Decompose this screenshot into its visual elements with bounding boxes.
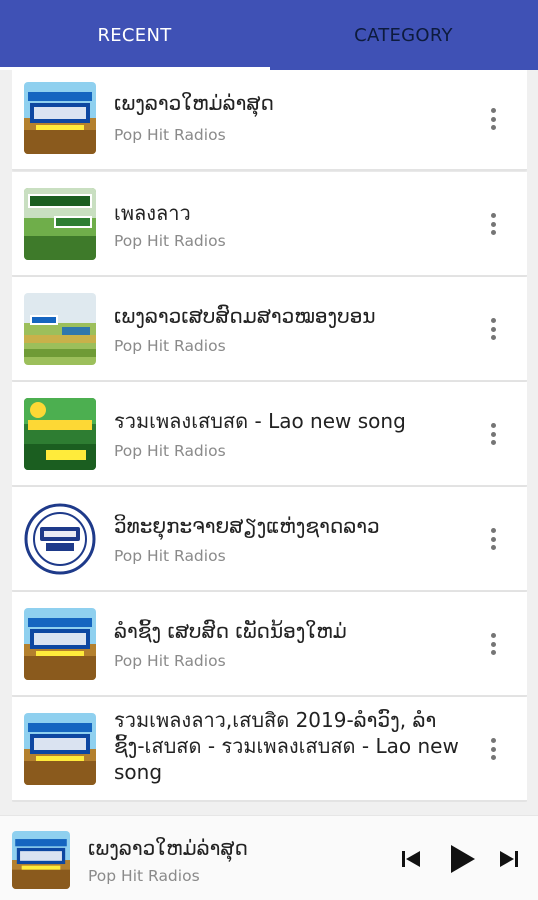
more-options-icon[interactable] xyxy=(481,734,505,764)
station-title: เพลงลาว xyxy=(114,201,191,225)
list-item[interactable]: เพลงลาว Pop Hit Radios xyxy=(12,172,527,276)
station-title: รวมเพลงลาว,เสบสิด 2019-ລຳວົງ, ລຳຊິ້ງ-เสบ… xyxy=(114,708,459,784)
station-subtitle: Pop Hit Radios xyxy=(114,442,226,460)
station-subtitle: Pop Hit Radios xyxy=(114,337,226,355)
more-options-icon[interactable] xyxy=(481,419,505,449)
mini-player[interactable]: ເພງລາວໃຫມ່ລ່າສຸດ Pop Hit Radios xyxy=(0,815,538,900)
station-subtitle: Pop Hit Radios xyxy=(114,232,226,250)
tab-bar: RECENT CATEGORY xyxy=(0,0,538,70)
station-subtitle: Pop Hit Radios xyxy=(114,126,226,144)
list-item[interactable]: ເພງລາວໃຫມ່ລ່າສຸດ Pop Hit Radios xyxy=(12,70,527,170)
now-playing-subtitle: Pop Hit Radios xyxy=(88,867,200,885)
saebsid-logo-thumb xyxy=(24,82,96,154)
phlenglao-thumb xyxy=(24,188,96,260)
station-title: ລຳຊິ້ງ ເສບສົດ ເພັດນ້ອງໃຫມ່ xyxy=(114,619,347,643)
list-item[interactable]: ວິທະຍຸກະຈາຍສຽງແຫ່ງຊາດລາວ Pop Hit Radios xyxy=(12,487,527,591)
rice-field-thumb xyxy=(24,293,96,365)
tab-recent[interactable]: RECENT xyxy=(0,0,269,70)
now-playing-thumb xyxy=(12,831,70,889)
play-icon[interactable] xyxy=(446,844,478,874)
lnr-logo-thumb xyxy=(24,503,96,575)
more-options-icon[interactable] xyxy=(481,209,505,239)
skip-previous-icon[interactable] xyxy=(398,844,424,874)
saebsid-logo-thumb xyxy=(24,608,96,680)
station-title: รวมเพลงเสบสด - Lao new song xyxy=(114,409,406,433)
more-options-icon[interactable] xyxy=(481,629,505,659)
now-playing-title: ເພງລາວໃຫມ່ລ່າສຸດ xyxy=(88,836,248,860)
tab-recent-label: RECENT xyxy=(97,24,172,46)
tab-category[interactable]: CATEGORY xyxy=(269,0,538,70)
station-title: ວິທະຍຸກະຈາຍສຽງແຫ່ງຊາດລາວ xyxy=(114,514,380,538)
list-item[interactable]: ລຳຊິ້ງ ເສບສົດ ເພັດນ້ອງໃຫມ່ Pop Hit Radio… xyxy=(12,592,527,696)
more-options-icon[interactable] xyxy=(481,314,505,344)
more-options-icon[interactable] xyxy=(481,524,505,554)
station-title: ເພງລາວເສບສົດມສາວໝອງບອນ xyxy=(114,304,376,328)
skip-next-icon[interactable] xyxy=(496,844,522,874)
station-subtitle: Pop Hit Radios xyxy=(114,547,226,565)
list-item[interactable]: รวมเพลงเสบสด - Lao new song Pop Hit Radi… xyxy=(12,382,527,486)
saebsid-logo-thumb xyxy=(24,713,96,785)
green-field-thumb xyxy=(24,398,96,470)
station-list[interactable]: ເພງລາວໃຫມ່ລ່າສຸດ Pop Hit Radios เพลงลาว … xyxy=(12,70,527,802)
tab-category-label: CATEGORY xyxy=(354,24,453,46)
station-title: ເພງລາວໃຫມ່ລ່າສຸດ xyxy=(114,91,274,115)
more-options-icon[interactable] xyxy=(481,104,505,134)
station-subtitle: Pop Hit Radios xyxy=(114,652,226,670)
list-item[interactable]: ເພງລາວເສບສົດມສາວໝອງບອນ Pop Hit Radios xyxy=(12,277,527,381)
list-item[interactable]: รวมเพลงลาว,เสบสิด 2019-ລຳວົງ, ລຳຊິ້ງ-เสบ… xyxy=(12,697,527,801)
